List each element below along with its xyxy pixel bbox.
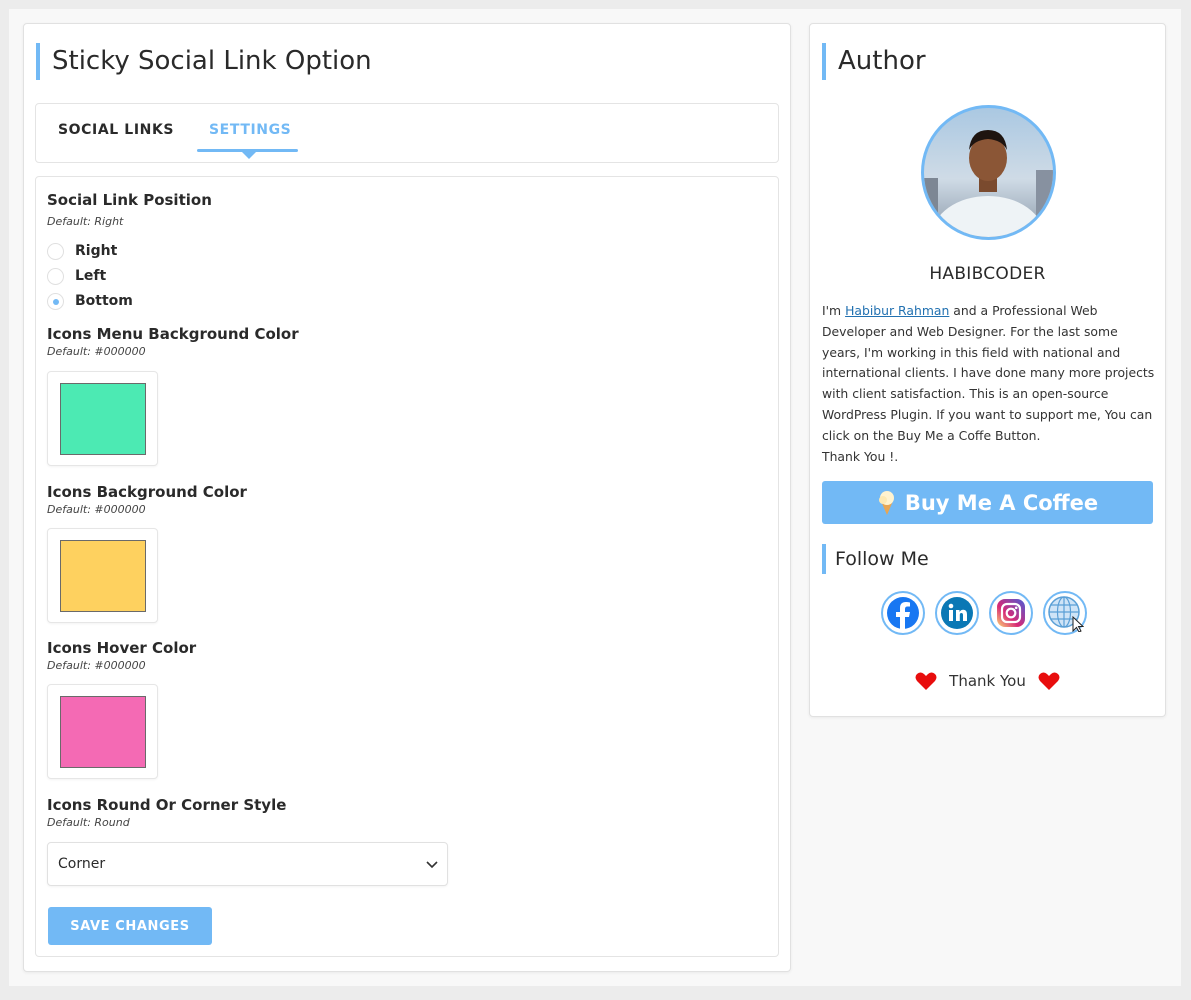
style-select[interactable]: Corner xyxy=(47,842,448,886)
facebook-link[interactable] xyxy=(881,591,925,635)
ice-cream-icon xyxy=(878,490,894,515)
hover-color-picker[interactable] xyxy=(47,684,158,779)
radio-button-selected[interactable] xyxy=(47,292,64,310)
globe-icon xyxy=(1048,596,1084,632)
author-bio: I'm Habibur Rahman and a Professional We… xyxy=(822,301,1155,467)
heart-icon xyxy=(915,672,937,690)
icon-bg-color-title: Icons Background Color xyxy=(47,483,247,501)
bio-text: I'm xyxy=(822,303,846,318)
style-select-value: Corner xyxy=(58,856,106,872)
color-swatch xyxy=(60,383,146,455)
radio-button[interactable] xyxy=(47,242,64,260)
menu-bg-color-title: Icons Menu Background Color xyxy=(47,325,299,343)
radio-label-right: Right xyxy=(75,243,118,259)
chevron-down-icon xyxy=(426,861,438,869)
buy-me-a-coffee-button[interactable]: Buy Me A Coffee xyxy=(822,481,1153,524)
settings-form: Social Link Position Default: Right Righ… xyxy=(35,176,779,957)
website-link[interactable] xyxy=(1043,591,1087,635)
style-default: Default: Round xyxy=(47,816,130,829)
settings-panel: Sticky Social Link Option SOCIAL LINKS S… xyxy=(23,23,791,972)
page-title: Sticky Social Link Option xyxy=(36,43,372,80)
save-changes-button[interactable]: SAVE CHANGES xyxy=(48,907,212,945)
radio-right[interactable]: Right xyxy=(47,241,117,261)
linkedin-link[interactable] xyxy=(935,591,979,635)
radio-bottom[interactable]: Bottom xyxy=(47,291,133,311)
tab-social-links[interactable]: SOCIAL LINKS xyxy=(58,122,174,138)
menu-bg-color-default: Default: #000000 xyxy=(47,345,146,358)
radio-button[interactable] xyxy=(47,267,64,285)
tab-bar: SOCIAL LINKS SETTINGS xyxy=(35,103,779,163)
instagram-icon xyxy=(997,599,1025,627)
icon-bg-color-picker[interactable] xyxy=(47,528,158,623)
thank-you-text: Thank You xyxy=(949,672,1026,690)
thank-you-row: Thank You xyxy=(810,671,1165,691)
avatar xyxy=(921,105,1056,240)
menu-bg-color-picker[interactable] xyxy=(47,371,158,466)
icon-bg-color-default: Default: #000000 xyxy=(47,503,146,516)
follow-me-title: Follow Me xyxy=(822,544,929,574)
radio-label-bottom: Bottom xyxy=(75,293,133,309)
color-swatch xyxy=(60,696,146,768)
heart-icon xyxy=(1038,672,1060,690)
color-swatch xyxy=(60,540,146,612)
tab-settings[interactable]: SETTINGS xyxy=(209,122,291,138)
instagram-link[interactable] xyxy=(989,591,1033,635)
radio-left[interactable]: Left xyxy=(47,266,106,286)
radio-label-left: Left xyxy=(75,268,107,284)
hover-color-default: Default: #000000 xyxy=(47,659,146,672)
author-name: HABIBCODER xyxy=(929,264,1046,284)
author-panel: Author HABIBCODER I'm Habibur Rahman and… xyxy=(809,23,1166,717)
social-links xyxy=(881,591,1097,635)
author-link[interactable]: Habibur Rahman xyxy=(845,303,949,318)
hover-color-title: Icons Hover Color xyxy=(47,639,197,657)
bio-text: and a Professional Web Developer and Web… xyxy=(822,303,1155,443)
active-tab-caret xyxy=(241,151,257,159)
linkedin-icon xyxy=(941,597,973,629)
position-default: Default: Right xyxy=(47,215,124,228)
author-title: Author xyxy=(822,43,926,80)
coffee-label: Buy Me A Coffee xyxy=(904,490,1099,515)
style-title: Icons Round Or Corner Style xyxy=(47,796,287,814)
facebook-icon xyxy=(887,597,919,630)
bio-thanks: Thank You !. xyxy=(822,448,899,464)
position-title: Social Link Position xyxy=(47,191,212,209)
